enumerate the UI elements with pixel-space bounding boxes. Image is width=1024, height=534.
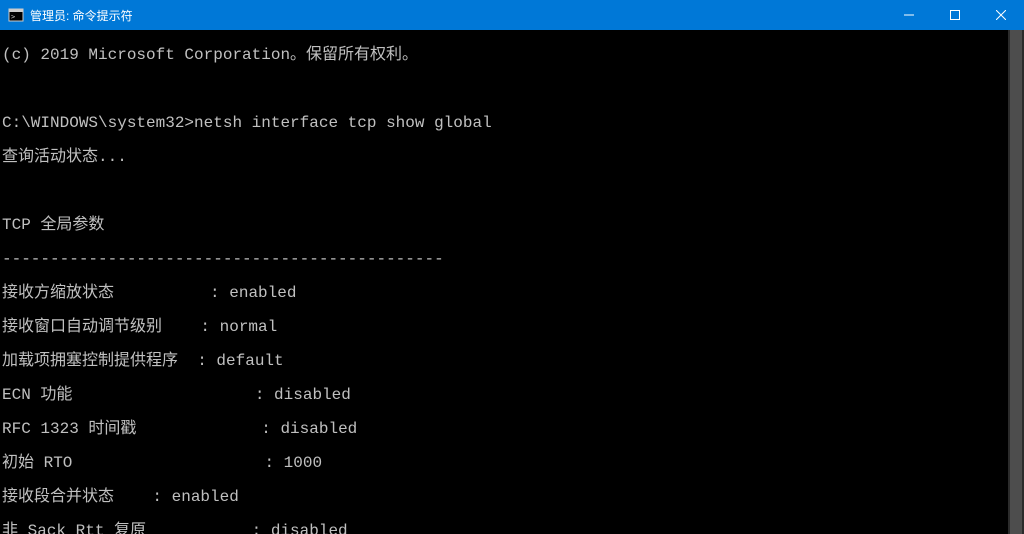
window-controls <box>886 0 1024 30</box>
param-value: disabled <box>271 522 348 534</box>
minimize-button[interactable] <box>886 0 932 30</box>
titlebar[interactable]: >_ 管理员: 命令提示符 <box>0 0 1024 30</box>
maximize-button[interactable] <box>932 0 978 30</box>
param-label: 接收段合并状态 : <box>2 488 172 506</box>
scrollbar-track[interactable] <box>1008 30 1024 534</box>
param-value: enabled <box>172 488 239 506</box>
param-value: 1000 <box>284 454 322 472</box>
close-button[interactable] <box>978 0 1024 30</box>
command-prompt-window: >_ 管理员: 命令提示符 (c) 2019 Microsoft Corpora… <box>0 0 1024 534</box>
param-label: ECN 功能 : <box>2 386 274 404</box>
param-label: 接收窗口自动调节级别 : <box>2 318 220 336</box>
param-label: 加载项拥塞控制提供程序 : <box>2 352 216 370</box>
param-label: 非 Sack Rtt 复原 : <box>2 522 271 534</box>
param-label: 接收方缩放状态 : <box>2 284 229 302</box>
scrollbar-thumb[interactable] <box>1010 30 1022 534</box>
status-text: 查询活动状态... <box>2 148 127 166</box>
param-value: normal <box>220 318 278 336</box>
svg-text:>_: >_ <box>11 13 20 21</box>
param-value: enabled <box>229 284 296 302</box>
prompt-path: C:\WINDOWS\system32> <box>2 114 194 132</box>
command-text: netsh interface tcp show global <box>194 114 492 132</box>
copyright-text: (c) 2019 Microsoft Corporation。保留所有权利。 <box>2 46 418 64</box>
param-label: 初始 RTO : <box>2 454 284 472</box>
section-header: TCP 全局参数 <box>2 216 104 234</box>
divider-line: ----------------------------------------… <box>2 250 444 268</box>
param-label: RFC 1323 时间戳 : <box>2 420 280 438</box>
terminal-output[interactable]: (c) 2019 Microsoft Corporation。保留所有权利。 C… <box>0 30 1024 534</box>
param-value: disabled <box>280 420 357 438</box>
param-value: disabled <box>274 386 351 404</box>
window-title: 管理员: 命令提示符 <box>30 7 133 24</box>
app-icon: >_ <box>8 7 24 23</box>
param-value: default <box>216 352 283 370</box>
